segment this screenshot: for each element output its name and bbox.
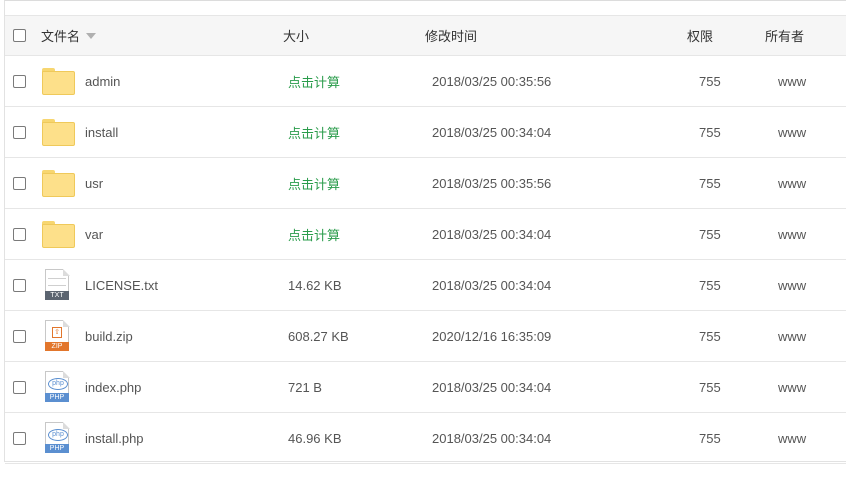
table-row[interactable]: php PHP index.php 721 B 2018/03/25 00:34:04 7… [5,362,846,413]
table-row[interactable]: TXT LICENSE.txt 14.62 KB 2018/03/25 00:34:0… [5,260,846,311]
row-checkbox[interactable] [13,158,26,208]
calc-size-link[interactable]: 点击计算 [288,56,340,106]
file-owner[interactable]: www [778,260,806,310]
file-name-link[interactable]: usr [85,158,103,208]
header-size[interactable]: 大小 [283,16,309,55]
row-checkbox[interactable] [13,260,26,310]
file-owner[interactable]: www [778,311,806,361]
folder-icon [42,67,75,95]
file-perm[interactable]: 755 [699,311,721,361]
file-name-link[interactable]: install.php [85,413,144,463]
select-all-checkbox[interactable] [13,16,26,55]
file-mtime: 2018/03/25 00:34:04 [432,277,552,293]
table-row[interactable]: php PHP install.php 46.96 KB 2018/03/25 00:3… [5,413,846,464]
header-mtime[interactable]: 修改时间 [425,16,477,55]
file-owner[interactable]: www [778,209,806,259]
file-size: 608.27 KB [288,328,349,344]
file-mtime: 2018/03/25 00:35:56 [432,73,552,89]
header-perm: 权限 [687,29,714,44]
file-mtime: 2018/03/25 00:34:04 [432,430,552,446]
row-checkbox[interactable] [13,209,26,259]
table-row[interactable]: ⇧ ZIP build.zip 608.27 KB 2020/12/16 16:35:0… [5,311,846,362]
file-mtime: 2018/03/25 00:34:04 [432,226,552,242]
file-perm[interactable]: 755 [699,158,721,208]
php-file-icon: php PHP [45,422,71,454]
calc-size-link[interactable]: 点击计算 [288,107,340,157]
file-owner[interactable]: www [778,413,806,463]
zip-file-icon: ⇧ ZIP [45,320,71,352]
file-name-link[interactable]: admin [85,56,120,106]
row-checkbox[interactable] [13,362,26,412]
file-name-link[interactable]: LICENSE.txt [85,260,158,310]
row-checkbox[interactable] [13,107,26,157]
calc-size-link[interactable]: 点击计算 [288,209,340,259]
file-mtime: 2018/03/25 00:34:04 [432,124,552,140]
row-checkbox[interactable] [13,413,26,463]
file-owner[interactable]: www [778,158,806,208]
sort-down-icon[interactable] [86,32,97,39]
header-name[interactable]: 文件名 [41,16,97,55]
file-owner[interactable]: www [778,56,806,106]
row-checkbox[interactable] [13,311,26,361]
file-name-link[interactable]: install [85,107,118,157]
file-ext-label: PHP [45,444,69,453]
file-owner[interactable]: www [778,107,806,157]
row-checkbox[interactable] [13,56,26,106]
table-row[interactable]: var 点击计算 2018/03/25 00:34:04 755 www [5,209,846,260]
file-perm[interactable]: 755 [699,56,721,106]
file-size: 46.96 KB [288,430,342,446]
header-name-label: 文件名 [41,29,81,44]
file-name-link[interactable]: var [85,209,103,259]
file-mtime: 2018/03/25 00:34:04 [432,379,552,395]
file-perm[interactable]: 755 [699,362,721,412]
calc-size-link[interactable]: 点击计算 [288,158,340,208]
table-row[interactable]: install 点击计算 2018/03/25 00:34:04 755 www [5,107,846,158]
file-ext-label: ZIP [45,342,69,351]
php-file-icon: php PHP [45,371,71,403]
file-mtime: 2018/03/25 00:35:56 [432,175,552,191]
file-name-link[interactable]: build.zip [85,311,133,361]
file-name-link[interactable]: index.php [85,362,141,412]
file-perm[interactable]: 755 [699,209,721,259]
file-mtime: 2020/12/16 16:35:09 [432,328,552,344]
file-list-table: 文件名 大小 修改时间 权限 所有者 admin 点击计算 2018/03/25 0… [4,0,846,464]
file-perm[interactable]: 755 [699,413,721,463]
table-row[interactable]: usr 点击计算 2018/03/25 00:35:56 755 www [5,158,846,209]
folder-icon [42,169,75,197]
file-ext-label: TXT [45,291,69,300]
file-perm[interactable]: 755 [699,107,721,157]
file-ext-label: PHP [45,393,69,402]
file-owner[interactable]: www [778,362,806,412]
folder-icon [42,220,75,248]
file-size: 721 B [288,379,322,395]
table-row[interactable]: admin 点击计算 2018/03/25 00:35:56 755 www [5,56,846,107]
txt-file-icon: TXT [45,269,71,301]
table-header: 文件名 大小 修改时间 权限 所有者 [5,15,846,56]
folder-icon [42,118,75,146]
file-perm[interactable]: 755 [699,260,721,310]
header-owner: 所有者 [765,29,805,44]
file-size: 14.62 KB [288,277,342,293]
